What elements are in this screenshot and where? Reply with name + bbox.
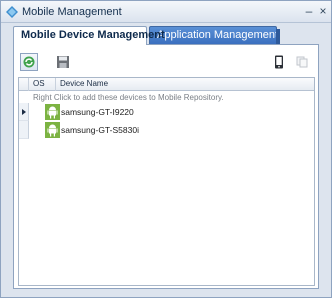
android-icon xyxy=(45,104,60,120)
grid-header: OS Device Name xyxy=(19,78,314,91)
column-header-device-name[interactable]: Device Name xyxy=(56,78,314,91)
device-grid: OS Device Name Right Click to add these … xyxy=(18,77,315,286)
close-icon[interactable]: × xyxy=(317,5,329,17)
table-row[interactable]: samsung-GT-S5830i xyxy=(29,121,314,139)
device-name: samsung-GT-S5830i xyxy=(61,125,139,135)
window-title: Mobile Management xyxy=(22,6,122,18)
device-panel: OS Device Name Right Click to add these … xyxy=(13,44,319,289)
device-name: samsung-GT-I9220 xyxy=(61,107,134,117)
toolbar xyxy=(14,45,318,77)
mobile-management-window: Mobile Management – × Mobile Device Mana… xyxy=(0,0,332,298)
tab-application-management[interactable]: Application Management xyxy=(149,26,280,44)
refresh-button[interactable] xyxy=(20,53,38,71)
save-button[interactable] xyxy=(54,53,72,71)
android-icon xyxy=(45,122,60,138)
row-selector[interactable] xyxy=(19,121,29,139)
minimize-icon[interactable]: – xyxy=(303,5,315,17)
row-selector-current[interactable] xyxy=(19,103,29,121)
title-bar[interactable]: Mobile Management – × xyxy=(1,1,331,23)
table-row[interactable]: samsung-GT-I9220 xyxy=(29,103,314,121)
copy-icon xyxy=(296,56,308,68)
mobile-device-icon xyxy=(275,55,283,69)
save-icon xyxy=(57,56,69,68)
column-header-os[interactable]: OS xyxy=(29,78,56,91)
app-diamond-icon xyxy=(6,6,18,18)
row-selector-header xyxy=(19,78,29,91)
copy-button[interactable] xyxy=(293,53,311,71)
grid-hint: Right Click to add these devices to Mobi… xyxy=(33,93,224,102)
tab-mobile-device-management[interactable]: Mobile Device Management xyxy=(13,26,165,45)
refresh-icon xyxy=(23,56,35,68)
device-button[interactable] xyxy=(270,53,288,71)
